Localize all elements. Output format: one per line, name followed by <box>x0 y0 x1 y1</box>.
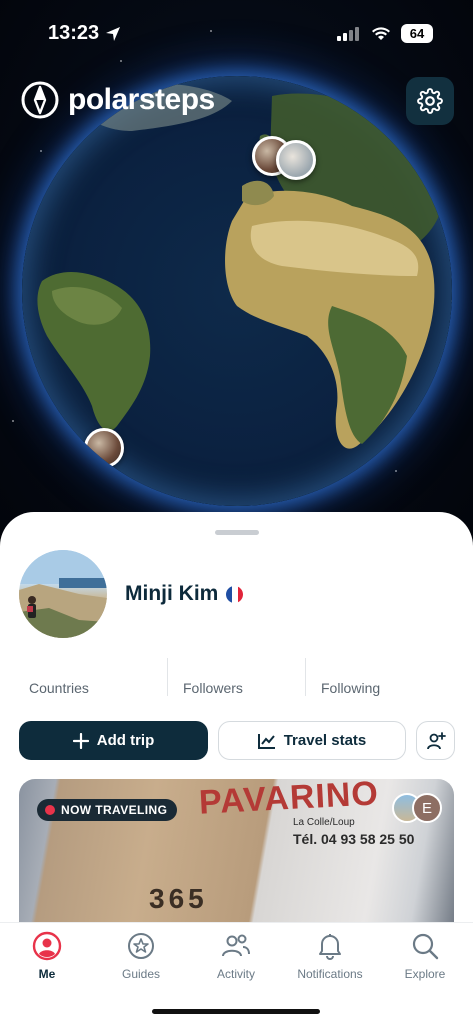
stat-divider <box>167 658 168 696</box>
profile-actions: Add trip Travel stats <box>0 721 473 761</box>
stat-countries[interactable]: Countries <box>29 652 89 702</box>
tab-guides[interactable]: Guides <box>94 931 188 987</box>
photo-crate-number: 365 <box>149 883 208 914</box>
status-bar: 13:23 64 <box>0 0 473 70</box>
gear-icon <box>417 88 443 114</box>
bell-icon <box>315 931 345 961</box>
add-friend-button[interactable] <box>416 721 455 760</box>
cell-signal-icon <box>337 26 359 41</box>
status-time: 13:23 <box>48 22 121 45</box>
photo-sign-sub: La Colle/Loup <box>293 817 355 828</box>
sheet-grabber[interactable] <box>215 530 259 535</box>
trip-pin-europe-2[interactable] <box>276 140 316 180</box>
tab-bar: Me Guides Activity Notifications Explore <box>0 922 473 1024</box>
star-badge-icon <box>126 931 156 961</box>
trip-pin-south-america[interactable] <box>84 428 124 468</box>
add-person-icon <box>426 731 446 749</box>
stat-divider <box>305 658 306 696</box>
tab-activity[interactable]: Activity <box>189 931 283 987</box>
compass-icon <box>21 81 59 119</box>
tab-explore[interactable]: Explore <box>378 931 472 987</box>
now-traveling-badge: NOW TRAVELING <box>37 799 178 821</box>
location-arrow-icon <box>106 26 121 41</box>
stat-followers[interactable]: Followers <box>183 652 243 702</box>
people-icon <box>221 931 251 961</box>
companion-avatar: E <box>412 793 442 823</box>
trip-companions[interactable]: E <box>392 793 442 823</box>
app-logo: polarsteps <box>20 80 215 120</box>
avatar[interactable] <box>19 550 107 638</box>
wifi-icon <box>372 26 390 40</box>
chart-line-icon <box>257 733 275 749</box>
globe[interactable] <box>22 76 452 506</box>
stat-following[interactable]: Following <box>321 652 380 702</box>
photo-sign-phone: Tél. 04 93 58 25 50 <box>293 831 415 847</box>
home-indicator <box>152 1009 320 1014</box>
tab-me[interactable]: Me <box>0 931 94 987</box>
plus-icon <box>72 732 89 749</box>
travel-stats-button[interactable]: Travel stats <box>218 721 406 760</box>
battery-indicator: 64 <box>401 24 433 43</box>
add-trip-button[interactable]: Add trip <box>19 721 208 760</box>
settings-button[interactable] <box>406 77 454 125</box>
app-name: polarsteps <box>68 83 215 116</box>
tab-notifications[interactable]: Notifications <box>283 931 377 987</box>
globe-view[interactable]: 13:23 64 polarsteps <box>0 0 473 560</box>
live-dot-icon <box>45 805 55 815</box>
france-flag-icon <box>226 585 244 603</box>
search-icon <box>410 931 440 961</box>
profile-stats: Countries Followers Following <box>0 652 473 702</box>
user-circle-icon <box>32 931 62 961</box>
current-trip-card[interactable]: PAVARINO La Colle/Loup Tél. 04 93 58 25 … <box>19 779 454 939</box>
profile-name: Minji Kim <box>125 582 244 606</box>
